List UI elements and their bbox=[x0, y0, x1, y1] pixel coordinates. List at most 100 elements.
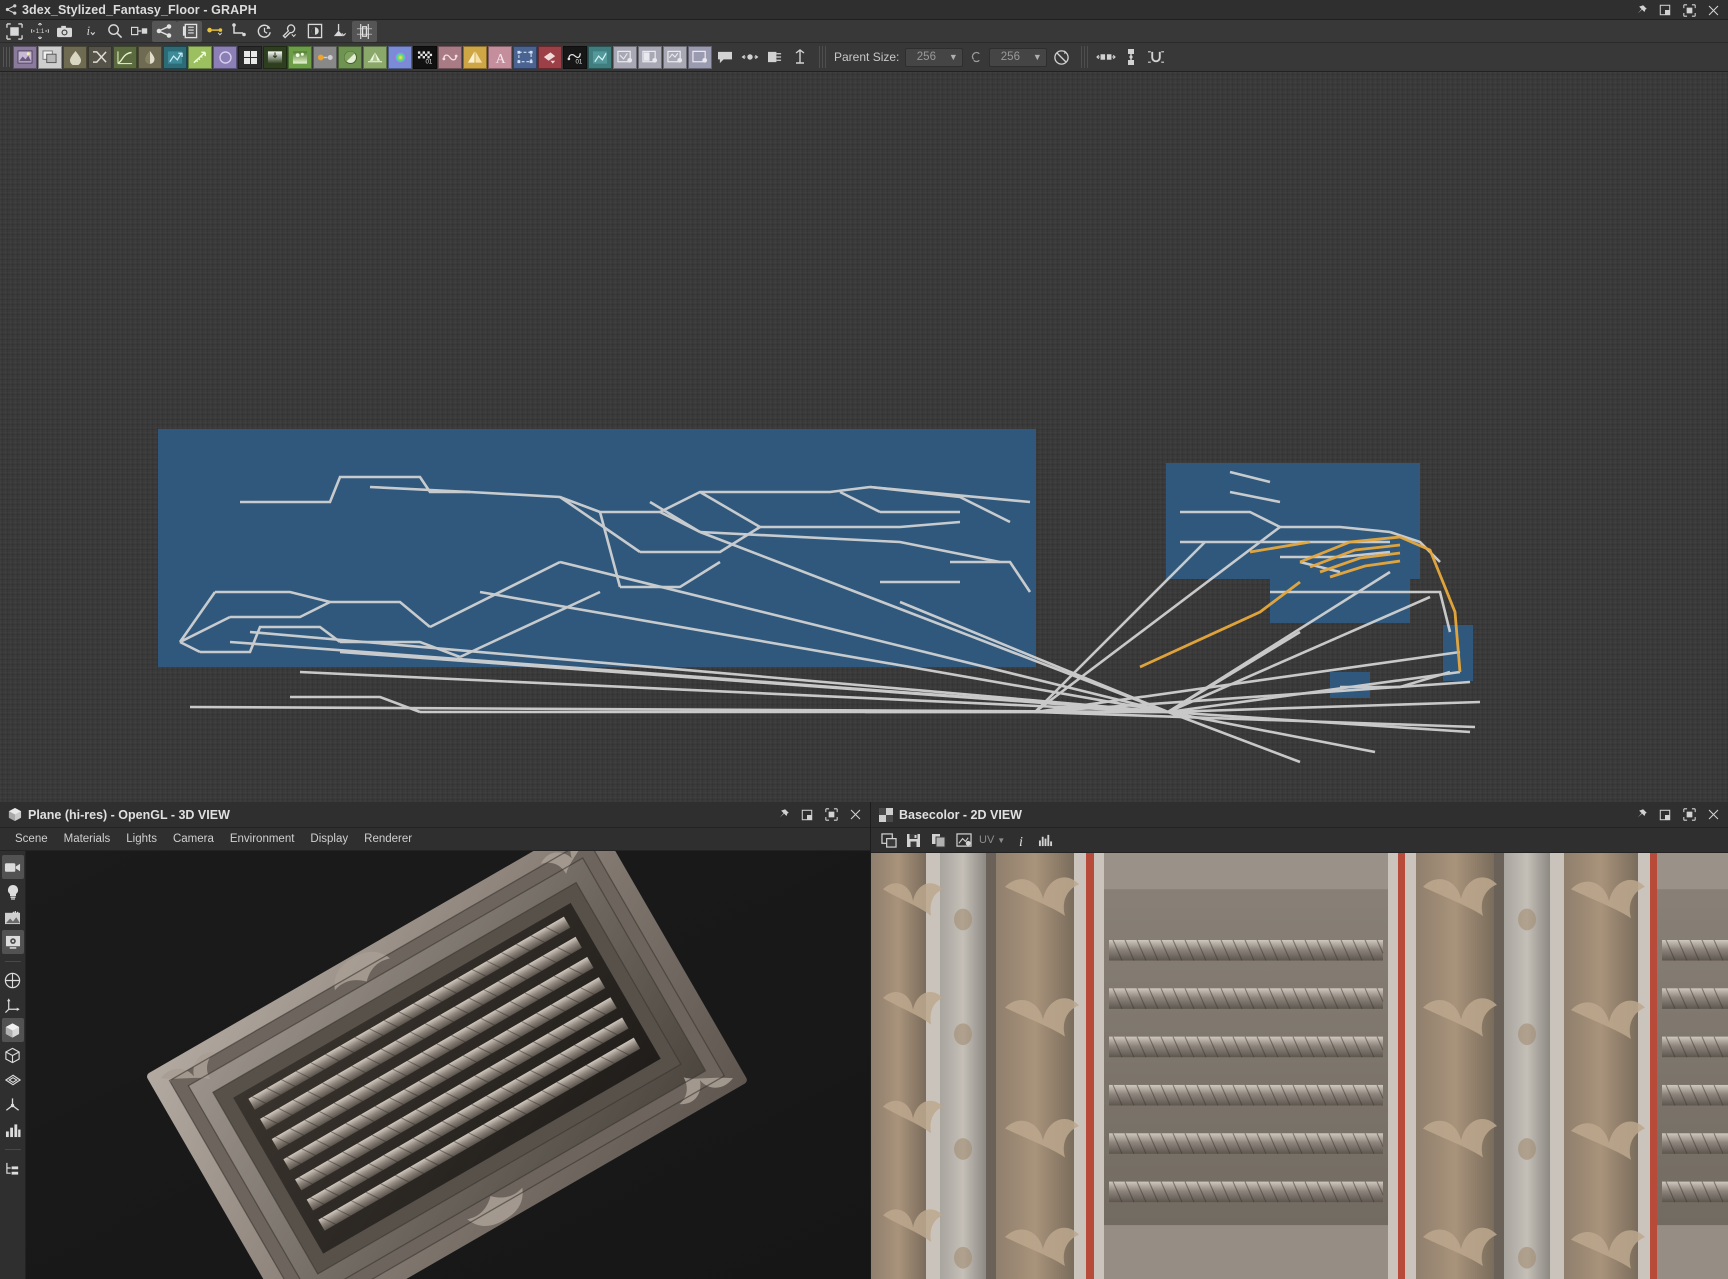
reset-circle-icon[interactable] bbox=[1047, 49, 1075, 66]
wrench-icon[interactable] bbox=[277, 21, 302, 42]
node-text[interactable] bbox=[513, 46, 537, 69]
link-pin-button[interactable] bbox=[738, 46, 761, 68]
node-bitmap[interactable] bbox=[13, 46, 37, 69]
node-hsl[interactable]: 01 bbox=[413, 46, 437, 69]
node-gradient-map[interactable] bbox=[288, 46, 312, 69]
info-dropdown-icon[interactable]: i bbox=[77, 21, 102, 42]
magnet-snap-button[interactable] bbox=[1144, 46, 1167, 68]
node-normal[interactable] bbox=[338, 46, 362, 69]
menu-camera[interactable]: Camera bbox=[165, 831, 222, 847]
camera-icon[interactable] bbox=[52, 21, 77, 42]
fit-graph-button[interactable] bbox=[2, 21, 27, 42]
node-material-blend[interactable] bbox=[638, 46, 662, 69]
node-height-to-normal[interactable] bbox=[363, 46, 387, 69]
solid-cube-tool[interactable] bbox=[2, 1018, 24, 1042]
node-value-processor[interactable] bbox=[313, 46, 337, 69]
node-warp[interactable] bbox=[613, 46, 637, 69]
node-crop[interactable] bbox=[538, 46, 562, 69]
restore-button[interactable] bbox=[1654, 1, 1676, 19]
parent-size-width-input[interactable]: 256 ▼ bbox=[905, 48, 963, 67]
uv-sphere-tool[interactable] bbox=[2, 968, 24, 992]
toolbar-grip[interactable] bbox=[3, 47, 10, 67]
tripod-tool[interactable] bbox=[2, 1093, 24, 1117]
node-order-button[interactable] bbox=[1119, 46, 1142, 68]
node-directional-warp[interactable] bbox=[188, 46, 212, 69]
panel-2d-controls bbox=[1630, 806, 1724, 824]
stacked-layers-icon[interactable] bbox=[177, 21, 202, 42]
close-button-2d[interactable] bbox=[1702, 806, 1724, 824]
node-blend[interactable] bbox=[63, 46, 87, 69]
uv-dropdown[interactable]: UV ▼ bbox=[979, 834, 1005, 846]
menu-environment[interactable]: Environment bbox=[222, 831, 303, 847]
wire-cube-tool[interactable] bbox=[2, 1043, 24, 1067]
node-levels[interactable] bbox=[138, 46, 162, 69]
restore-button-2d[interactable] bbox=[1654, 806, 1676, 824]
material-tool[interactable] bbox=[2, 930, 24, 954]
node-shuffle[interactable] bbox=[88, 46, 112, 69]
clock-refresh-icon[interactable] bbox=[252, 21, 277, 42]
node-mirror[interactable]: A bbox=[488, 46, 512, 69]
node-curve[interactable] bbox=[113, 46, 137, 69]
node-uniform-color[interactable] bbox=[238, 46, 262, 69]
axis-gizmo-tool[interactable] bbox=[2, 993, 24, 1017]
bar-chart-tool[interactable] bbox=[2, 1118, 24, 1142]
menu-renderer[interactable]: Renderer bbox=[356, 831, 420, 847]
info-icon[interactable]: i bbox=[1009, 830, 1032, 851]
substance-graph-canvas[interactable] bbox=[0, 72, 1728, 802]
node-blur[interactable] bbox=[213, 46, 237, 69]
node-ao[interactable] bbox=[388, 46, 412, 69]
comment-button[interactable] bbox=[713, 46, 736, 68]
link-spacing-button[interactable] bbox=[1094, 46, 1117, 68]
uv-overlay-icon[interactable] bbox=[952, 830, 975, 851]
node-curvature[interactable] bbox=[463, 46, 487, 69]
pin-button-3d[interactable] bbox=[772, 806, 794, 824]
parent-size-height-input[interactable]: 256 ▼ bbox=[989, 48, 1047, 67]
link-dot-icon[interactable] bbox=[202, 21, 227, 42]
node-fx-map[interactable] bbox=[588, 46, 612, 69]
maximize-button-3d[interactable] bbox=[820, 806, 842, 824]
node-pixel-processor[interactable] bbox=[438, 46, 462, 69]
node-gradient[interactable] bbox=[263, 46, 287, 69]
node-material-height-blend[interactable] bbox=[663, 46, 687, 69]
menu-materials[interactable]: Materials bbox=[56, 831, 119, 847]
node-transform-2d[interactable] bbox=[163, 46, 187, 69]
chain-link-icon[interactable] bbox=[963, 50, 989, 64]
align-nodes-icon[interactable] bbox=[352, 21, 377, 42]
copy-window-icon[interactable] bbox=[877, 830, 900, 851]
frame-button[interactable] bbox=[763, 46, 786, 68]
viewport-2d[interactable]: 2048 x 2048 (RGBA, 8bpc) bbox=[871, 853, 1728, 1279]
sphere-preview-icon[interactable] bbox=[302, 21, 327, 42]
histogram-icon[interactable] bbox=[1034, 830, 1057, 851]
node-link-icon[interactable] bbox=[127, 21, 152, 42]
graph-node-network[interactable] bbox=[0, 72, 1728, 802]
plane-tool[interactable] bbox=[2, 1068, 24, 1092]
floppy-save-icon[interactable] bbox=[902, 830, 925, 851]
node-svg[interactable] bbox=[38, 46, 62, 69]
camera-tool[interactable] bbox=[2, 855, 24, 879]
close-button[interactable] bbox=[1702, 1, 1724, 19]
node-flood-fill[interactable]: 01 bbox=[563, 46, 587, 69]
menu-display[interactable]: Display bbox=[302, 831, 356, 847]
nav-pin-button[interactable] bbox=[788, 46, 811, 68]
tree-list-tool[interactable] bbox=[2, 1156, 24, 1180]
right-angle-link-icon[interactable] bbox=[227, 21, 252, 42]
zoom-1to1-button[interactable]: 1:1 bbox=[27, 21, 52, 42]
search-icon[interactable] bbox=[102, 21, 127, 42]
node-material-transform[interactable] bbox=[688, 46, 712, 69]
lightbulb-tool[interactable] bbox=[2, 880, 24, 904]
menu-lights[interactable]: Lights bbox=[118, 831, 165, 847]
menu-scene[interactable]: Scene bbox=[7, 831, 56, 847]
cube-icon bbox=[6, 807, 24, 822]
broom-icon[interactable] bbox=[327, 21, 352, 42]
maximize-button[interactable] bbox=[1678, 1, 1700, 19]
close-button-3d[interactable] bbox=[844, 806, 866, 824]
chevron-down-icon: ▼ bbox=[1030, 52, 1044, 62]
pin-button[interactable] bbox=[1630, 1, 1652, 19]
maximize-button-2d[interactable] bbox=[1678, 806, 1700, 824]
pin-button-2d[interactable] bbox=[1630, 806, 1652, 824]
copy-page-icon[interactable] bbox=[927, 830, 950, 851]
viewport-3d[interactable] bbox=[26, 851, 870, 1279]
environment-tool[interactable] bbox=[2, 905, 24, 929]
restore-button-3d[interactable] bbox=[796, 806, 818, 824]
graph-share-icon[interactable] bbox=[152, 21, 177, 42]
